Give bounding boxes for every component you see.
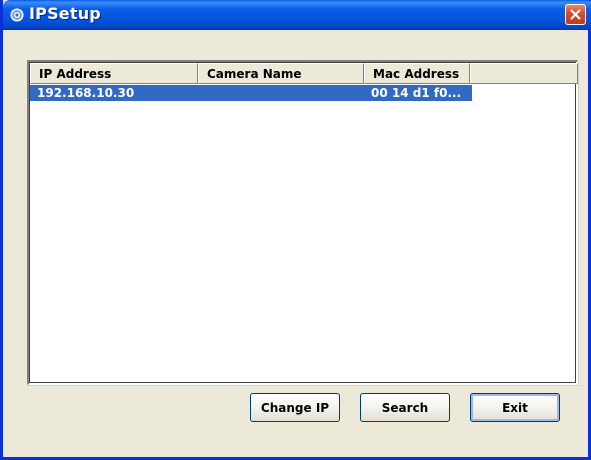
change-ip-button[interactable]: Change IP bbox=[250, 393, 340, 422]
cell-camera-name bbox=[198, 85, 364, 101]
column-header-ip-address[interactable]: IP Address bbox=[30, 63, 198, 84]
exit-button[interactable]: Exit bbox=[470, 393, 560, 422]
app-globe-icon bbox=[10, 7, 24, 22]
table-row[interactable]: 192.168.10.30 00 14 d1 f0... bbox=[30, 85, 472, 101]
camera-list[interactable]: IP Address Camera Name Mac Address 192.1… bbox=[27, 60, 578, 385]
column-header-mac-address[interactable]: Mac Address bbox=[364, 63, 470, 84]
close-icon bbox=[570, 9, 581, 20]
column-header-blank[interactable] bbox=[470, 63, 578, 84]
cell-ip-address: 192.168.10.30 bbox=[37, 86, 135, 100]
cell-mac-address: 00 14 d1 f0... bbox=[371, 86, 462, 100]
column-header-camera-name[interactable]: Camera Name bbox=[198, 63, 364, 84]
window-title: IPSetup bbox=[29, 4, 101, 23]
list-rows: 192.168.10.30 00 14 d1 f0... bbox=[30, 85, 472, 101]
title-bar[interactable]: IPSetup bbox=[3, 0, 591, 30]
list-header: IP Address Camera Name Mac Address bbox=[30, 63, 578, 84]
ipsetup-window: IPSetup IP Address Camera Name Mac Addre… bbox=[0, 0, 591, 460]
close-button[interactable] bbox=[565, 4, 586, 25]
search-button[interactable]: Search bbox=[360, 393, 450, 422]
